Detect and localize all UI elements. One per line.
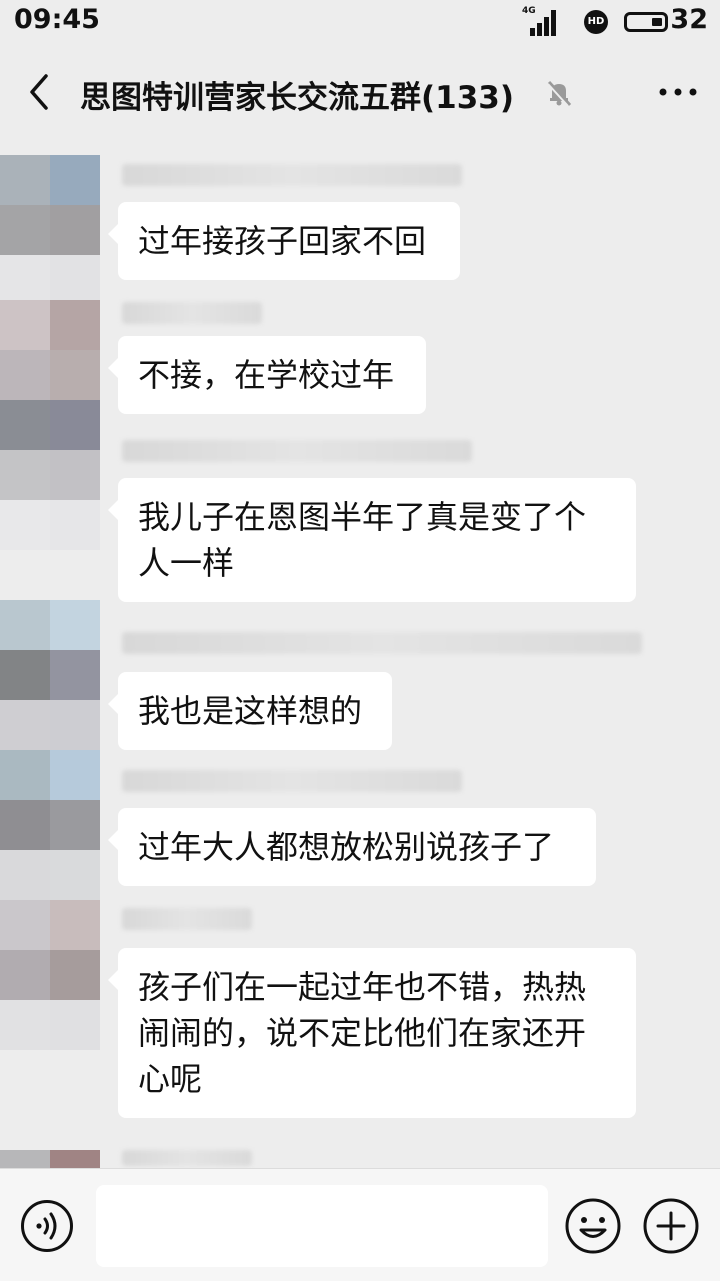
- avatar-pixel: [50, 205, 100, 255]
- avatar-pixel: [50, 900, 100, 950]
- avatar-pixel: [50, 1150, 100, 1168]
- back-button[interactable]: [22, 70, 62, 114]
- more-functions-button[interactable]: [642, 1197, 700, 1255]
- avatar-pixel: [0, 700, 50, 750]
- avatar-pixel: [50, 650, 100, 700]
- message-text: 孩子们在一起过年也不错，热热闹闹的，说不定比他们在家还开心呢: [138, 968, 587, 1098]
- more-options-button[interactable]: [656, 72, 700, 112]
- message-bubble[interactable]: 孩子们在一起过年也不错，热热闹闹的，说不定比他们在家还开心呢: [108, 948, 636, 1118]
- message-text: 不接，在学校过年: [138, 356, 395, 394]
- avatar-pixel: [0, 500, 50, 550]
- avatar-pixel: [0, 450, 50, 500]
- avatar-pixel: [0, 850, 50, 900]
- sender-name-blurred: [122, 770, 462, 792]
- avatar-pixel: [0, 400, 50, 450]
- avatar-pixel: [50, 1000, 100, 1050]
- title-bar: 思图特训营家长交流五群(133): [0, 44, 720, 140]
- avatar-pixel: [0, 155, 50, 205]
- message-bubble[interactable]: 不接，在学校过年: [108, 336, 426, 414]
- avatar-pixel: [50, 800, 100, 850]
- message-bubble[interactable]: 我也是这样想的: [108, 672, 392, 750]
- avatar-pixel: [0, 255, 50, 305]
- avatar[interactable]: [0, 155, 100, 305]
- mute-bell-icon: [547, 80, 572, 107]
- avatar-pixel: [0, 950, 50, 1000]
- avatar-pixel: [0, 300, 50, 350]
- avatar-pixel: [0, 800, 50, 850]
- avatar-pixel: [50, 850, 100, 900]
- status-icons: 4G HD 32: [468, 4, 708, 38]
- message-text: 过年大人都想放松别说孩子了: [138, 828, 555, 866]
- message-bubble[interactable]: 过年接孩子回家不回: [108, 202, 460, 280]
- status-time: 09:45: [14, 4, 100, 35]
- avatar-pixel: [0, 350, 50, 400]
- sender-name-blurred: [122, 1150, 252, 1166]
- avatar[interactable]: [0, 750, 100, 900]
- avatar-pixel: [0, 750, 50, 800]
- sender-name-blurred: [122, 164, 462, 186]
- avatar-pixel: [0, 1150, 50, 1168]
- avatar[interactable]: [0, 400, 100, 550]
- message-text: 我儿子在恩图半年了真是变了个人一样: [138, 498, 587, 582]
- avatar-pixel: [0, 205, 50, 255]
- avatar-pixel: [0, 650, 50, 700]
- input-bar: [0, 1168, 720, 1281]
- avatar[interactable]: [0, 600, 100, 750]
- avatar-pixel: [50, 350, 100, 400]
- avatar-pixel: [50, 300, 100, 350]
- avatar-pixel: [50, 400, 100, 450]
- sender-name-blurred: [122, 302, 262, 324]
- message-bubble[interactable]: 我儿子在恩图半年了真是变了个人一样: [108, 478, 636, 602]
- avatar-pixel: [50, 600, 100, 650]
- message-bubble[interactable]: 过年大人都想放松别说孩子了: [108, 808, 596, 886]
- sender-name-blurred: [122, 908, 252, 930]
- status-bar: 09:45 4G HD 32: [0, 0, 720, 44]
- more-icon: [659, 88, 697, 96]
- avatar-pixel: [50, 255, 100, 305]
- message-text: 过年接孩子回家不回: [138, 222, 427, 260]
- avatar[interactable]: [0, 900, 100, 1050]
- chevron-left-icon: [30, 74, 48, 110]
- avatar[interactable]: [0, 1150, 100, 1168]
- hd-icon: HD: [584, 10, 608, 34]
- avatar-pixel: [50, 500, 100, 550]
- battery-level: 32: [670, 4, 708, 35]
- emoji-icon: [565, 1198, 621, 1254]
- avatar-pixel: [50, 155, 100, 205]
- avatar-pixel: [0, 900, 50, 950]
- battery-icon: [624, 12, 668, 32]
- chat-message-list[interactable]: 过年接孩子回家不回 不接，在学校过年 我儿子在恩图半年了真是变了个人一样 我也是…: [0, 140, 720, 1168]
- chat-title: 思图特训营家长交流五群(133): [80, 80, 515, 116]
- sender-name-blurred: [122, 632, 642, 654]
- avatar-pixel: [50, 750, 100, 800]
- plus-icon: [643, 1198, 699, 1254]
- voice-button[interactable]: [20, 1199, 74, 1253]
- message-input[interactable]: [96, 1185, 548, 1267]
- avatar-pixel: [50, 700, 100, 750]
- avatar-pixel: [0, 600, 50, 650]
- avatar-pixel: [50, 450, 100, 500]
- emoji-button[interactable]: [564, 1197, 622, 1255]
- avatar-pixel: [0, 1000, 50, 1050]
- sender-name-blurred: [122, 440, 472, 462]
- signal-icon: 4G: [522, 6, 558, 36]
- message-text: 我也是这样想的: [138, 692, 363, 730]
- avatar-pixel: [50, 950, 100, 1000]
- voice-icon: [21, 1200, 73, 1252]
